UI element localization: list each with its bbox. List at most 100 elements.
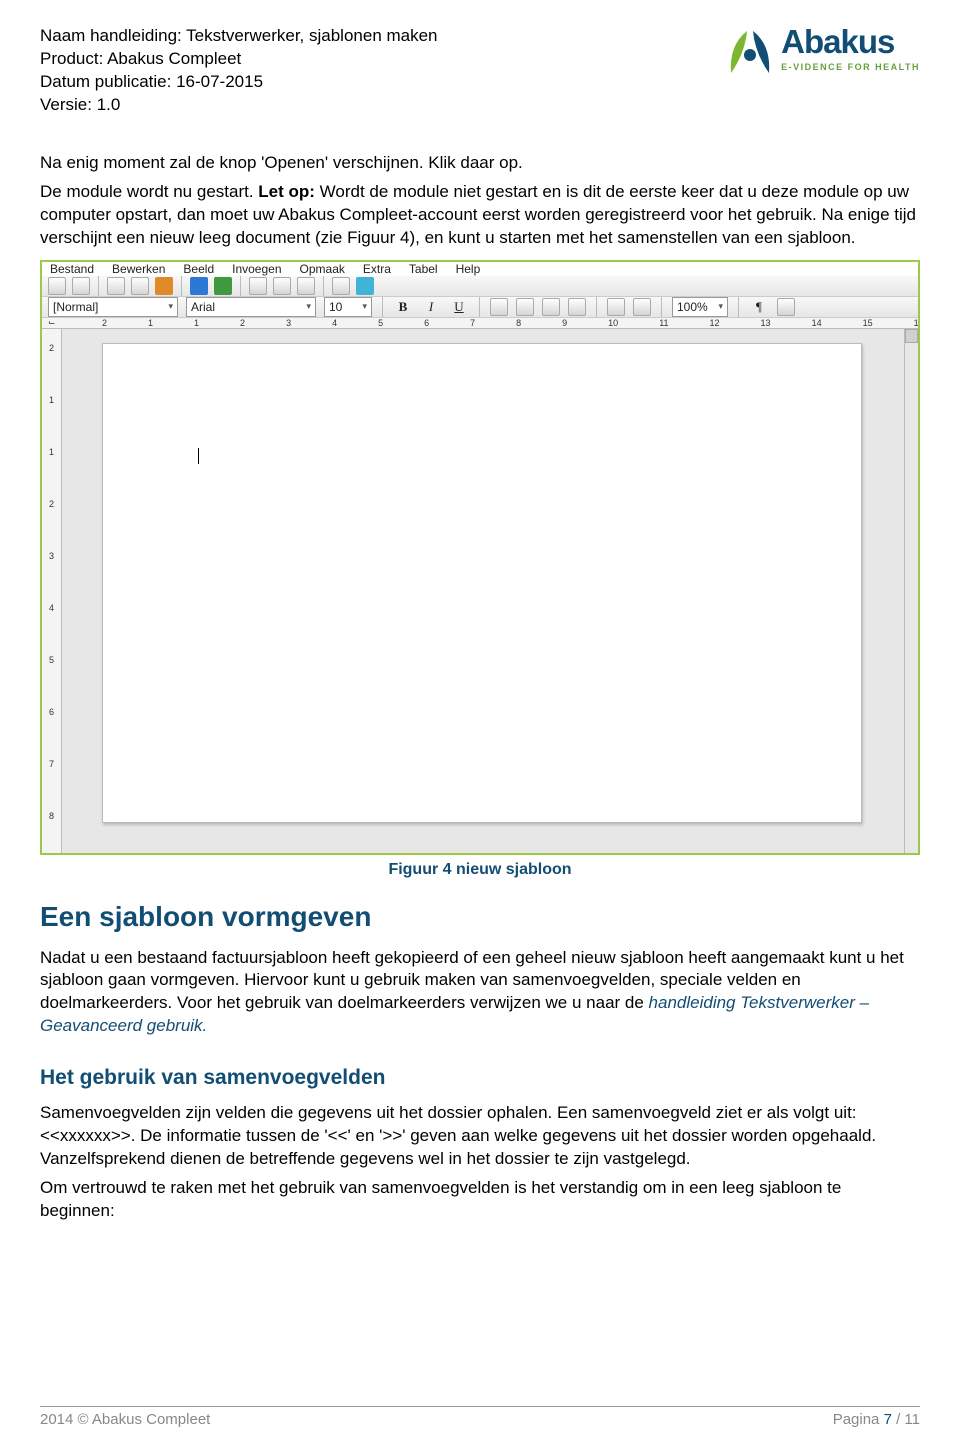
abakus-logo: Abakus E-VIDENCE FOR HEALTH <box>725 25 920 77</box>
table-icon[interactable] <box>249 277 267 295</box>
ruler-tick: 7 <box>470 318 475 328</box>
horizontal-ruler[interactable]: ⌙ 2 1 1 2 3 4 5 6 7 8 9 10 11 12 13 14 1… <box>42 318 918 329</box>
style-combo[interactable]: [Normal] <box>48 297 178 317</box>
menu-invoegen[interactable]: Invoegen <box>232 262 281 276</box>
fontsize-combo[interactable]: 10 <box>324 297 372 317</box>
new-doc-icon[interactable] <box>48 277 66 295</box>
ruler-tick: 9 <box>562 318 567 328</box>
section1-paragraph: Nadat u een bestaand factuursjabloon hee… <box>40 947 920 1039</box>
ruler-tick: 1 <box>148 318 153 328</box>
logo-title: Abakus <box>781 25 920 58</box>
meta-line: Product: Abakus Compleet <box>40 48 438 71</box>
separator <box>181 276 182 296</box>
footer-page-label: Pagina <box>833 1411 884 1428</box>
format-toolbar: [Normal] Arial 10 B I U 100% ¶ <box>42 297 918 318</box>
footer-page-current: 7 <box>884 1411 892 1428</box>
redo-icon[interactable] <box>214 277 232 295</box>
style-value: [Normal] <box>53 300 98 314</box>
columns-icon[interactable] <box>273 277 291 295</box>
paste-icon[interactable] <box>155 277 173 295</box>
intro-bold: Let op: <box>258 182 315 201</box>
bold-button[interactable]: B <box>393 297 413 317</box>
italic-button[interactable]: I <box>421 297 441 317</box>
ruler-tick: 1 <box>194 318 199 328</box>
font-value: Arial <box>191 300 215 314</box>
ruler-tick: 1 <box>49 447 54 457</box>
control-chars-icon[interactable] <box>777 298 795 316</box>
intro-line1: Na enig moment zal de knop 'Openen' vers… <box>40 152 920 175</box>
meta-line: Datum publicatie: 16-07-2015 <box>40 71 438 94</box>
ruler-tick: 11 <box>659 318 668 328</box>
separator <box>661 297 662 317</box>
document-canvas[interactable] <box>62 329 904 855</box>
ruler-tick: 1 <box>49 395 54 405</box>
ruler-tick: 2 <box>49 499 54 509</box>
ruler-tick: 6 <box>424 318 429 328</box>
section2-p1: Samenvoegvelden zijn velden die gegevens… <box>40 1102 920 1171</box>
separator <box>382 297 383 317</box>
ruler-tick: 2 <box>102 318 107 328</box>
blank-page[interactable] <box>102 343 862 823</box>
section2-p2: Om vertrouwd te raken met het gebruik va… <box>40 1177 920 1223</box>
intro-line2-pre: De module wordt nu gestart. <box>40 182 258 201</box>
list-number-icon[interactable] <box>633 298 651 316</box>
ruler-tick: 12 <box>710 318 720 328</box>
ruler-tick: 10 <box>608 318 618 328</box>
list-bullet-icon[interactable] <box>607 298 625 316</box>
logo-mark-icon <box>725 25 775 77</box>
underline-button[interactable]: U <box>449 297 469 317</box>
scroll-track[interactable] <box>905 343 918 855</box>
intro-paragraph: De module wordt nu gestart. Let op: Word… <box>40 181 920 250</box>
cut-icon[interactable] <box>107 277 125 295</box>
copy-icon[interactable] <box>131 277 149 295</box>
page-footer: 2014 © Abakus Compleet Pagina 7 / 11 <box>40 1406 920 1428</box>
scroll-up-icon[interactable] <box>905 329 918 343</box>
menubar: Bestand Bewerken Beeld Invoegen Opmaak E… <box>42 262 918 276</box>
section-heading: Een sjabloon vormgeven <box>40 901 920 933</box>
menu-bewerken[interactable]: Bewerken <box>112 262 165 276</box>
undo-icon[interactable] <box>190 277 208 295</box>
menu-beeld[interactable]: Beeld <box>183 262 214 276</box>
ruler-tick: 16 <box>914 318 920 328</box>
header-meta: Naam handleiding: Tekstverwerker, sjablo… <box>40 25 438 117</box>
print-icon[interactable] <box>72 277 90 295</box>
main-toolbar <box>42 276 918 297</box>
menu-tabel[interactable]: Tabel <box>409 262 438 276</box>
meta-line: Naam handleiding: Tekstverwerker, sjablo… <box>40 25 438 48</box>
vertical-ruler[interactable]: 2 1 1 2 3 4 5 6 7 8 9 10 <box>42 329 62 855</box>
ruler-tick: 13 <box>761 318 771 328</box>
align-right-icon[interactable] <box>542 298 560 316</box>
image-icon[interactable] <box>332 277 350 295</box>
logo-subtitle: E-VIDENCE FOR HEALTH <box>781 62 920 72</box>
align-left-icon[interactable] <box>490 298 508 316</box>
ruler-tick: 2 <box>240 318 245 328</box>
zoom-combo[interactable]: 100% <box>672 297 728 317</box>
ruler-tick: 8 <box>49 811 54 821</box>
pilcrow-icon[interactable]: ¶ <box>749 297 769 317</box>
frame-icon[interactable] <box>297 277 315 295</box>
separator <box>323 276 324 296</box>
align-center-icon[interactable] <box>516 298 534 316</box>
footer-pagination: Pagina 7 / 11 <box>833 1411 920 1428</box>
ruler-tick: 6 <box>49 707 54 717</box>
separator <box>738 297 739 317</box>
hyperlink-icon[interactable] <box>356 277 374 295</box>
font-combo[interactable]: Arial <box>186 297 316 317</box>
separator <box>596 297 597 317</box>
ruler-tick: 8 <box>516 318 521 328</box>
vertical-scrollbar[interactable] <box>904 329 918 855</box>
menu-opmaak[interactable]: Opmaak <box>300 262 345 276</box>
menu-extra[interactable]: Extra <box>363 262 391 276</box>
ruler-tick: 15 <box>863 318 873 328</box>
footer-page-total: 11 <box>904 1411 920 1428</box>
ruler-tick: 7 <box>49 759 54 769</box>
menu-help[interactable]: Help <box>456 262 481 276</box>
zoom-value: 100% <box>677 300 708 314</box>
menu-bestand[interactable]: Bestand <box>50 262 94 276</box>
text-cursor-icon <box>198 448 199 464</box>
document-header: Naam handleiding: Tekstverwerker, sjablo… <box>40 25 920 117</box>
ruler-tick: 5 <box>378 318 383 328</box>
ruler-tick: 5 <box>49 655 54 665</box>
figure-caption: Figuur 4 nieuw sjabloon <box>40 861 920 879</box>
align-justify-icon[interactable] <box>568 298 586 316</box>
